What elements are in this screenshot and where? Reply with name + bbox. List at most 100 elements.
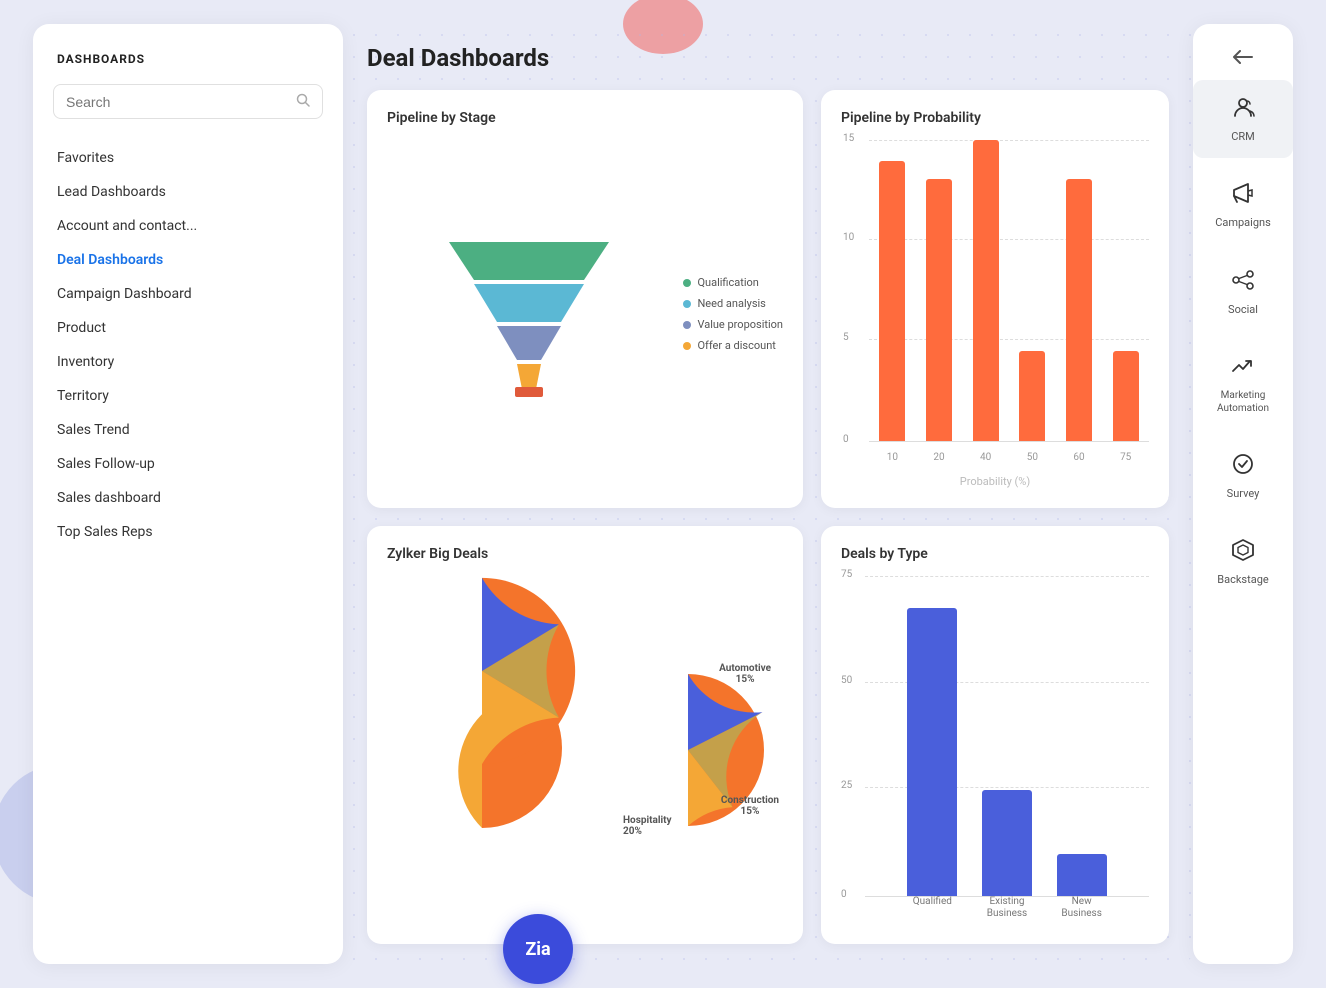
y-label-15: 15 (843, 133, 854, 144)
sidebar-item-survey[interactable]: Survey (1193, 437, 1293, 515)
page-title: Deal Dashboards (367, 44, 1169, 72)
x-label-qualified: Qualified (907, 896, 957, 920)
search-input[interactable] (66, 94, 296, 110)
backstage-icon (1230, 537, 1256, 569)
x-axis-title: Probability (%) (960, 475, 1030, 488)
campaigns-icon (1230, 180, 1256, 212)
deals-by-type-chart: 75 50 25 0 (841, 576, 1149, 924)
legend-label-offer-discount: Offer a discount (697, 339, 775, 352)
x-labels: 10 20 40 50 60 75 (869, 452, 1149, 463)
x-label-40: 40 (966, 452, 1005, 463)
bar-1 (879, 161, 905, 441)
bar-4 (1019, 351, 1045, 441)
survey-icon (1230, 451, 1256, 483)
pipeline-stage-chart: Qualification Need analysis Value propos… (387, 140, 783, 488)
funnel-legend: Qualification Need analysis Value propos… (683, 276, 783, 352)
search-icon (296, 92, 310, 111)
sidebar-item-account-contact[interactable]: Account and contact... (53, 209, 323, 243)
social-icon (1230, 267, 1256, 299)
sidebar-item-favorites[interactable]: Favorites (53, 141, 323, 175)
legend-dot-offer-discount (683, 342, 691, 350)
legend-label-qualification: Qualification (697, 276, 758, 289)
zylker-big-deals-title: Zylker Big Deals (387, 546, 783, 562)
bar-new (1057, 854, 1107, 896)
pipeline-probability-card: Pipeline by Probability 15 10 5 0 (821, 90, 1169, 508)
bar-existing (982, 790, 1032, 896)
bar-6 (1113, 351, 1139, 441)
deals-by-type-card: Deals by Type 75 50 25 0 (821, 526, 1169, 944)
pipeline-probability-title: Pipeline by Probability (841, 110, 1149, 126)
legend-offer-discount: Offer a discount (683, 339, 783, 352)
y-label-10: 10 (843, 232, 854, 243)
probability-bars (869, 140, 1149, 441)
sidebar-item-inventory[interactable]: Inventory (53, 345, 323, 379)
app-container: DASHBOARDS FavoritesLead DashboardsAccou… (33, 24, 1293, 964)
sidebar-item-product[interactable]: Product (53, 311, 323, 345)
x-label-75: 75 (1106, 452, 1145, 463)
sidebar-item-lead-dashboards[interactable]: Lead Dashboards (53, 175, 323, 209)
deals-bars (865, 576, 1149, 896)
search-box[interactable] (53, 84, 323, 119)
x-label-new: NewBusiness (1057, 896, 1107, 920)
x-label-20: 20 (920, 452, 959, 463)
sidebar-item-campaign-dashboard[interactable]: Campaign Dashboard (53, 277, 323, 311)
legend-qualification: Qualification (683, 276, 783, 289)
bar-5 (1066, 179, 1092, 441)
zylker-big-deals-card: Zylker Big Deals (367, 526, 803, 944)
bar-new-group (1057, 576, 1107, 896)
pie-label-services: Services50% (601, 675, 640, 697)
marketing-label: MarketingAutomation (1217, 389, 1269, 415)
sidebar-item-sales-followup[interactable]: Sales Follow-up (53, 447, 323, 481)
legend-label-value-proposition: Value proposition (697, 318, 783, 331)
pie-chart (387, 653, 577, 847)
y-label-5: 5 (843, 332, 849, 343)
deals-y-label-50: 50 (841, 675, 852, 686)
campaigns-label: Campaigns (1215, 216, 1271, 230)
sidebar-item-backstage[interactable]: Backstage (1193, 523, 1293, 601)
pie-label-automotive: Automotive15% (719, 663, 771, 685)
left-sidebar: DASHBOARDS FavoritesLead DashboardsAccou… (33, 24, 343, 964)
pipeline-stage-title: Pipeline by Stage (387, 110, 783, 126)
legend-label-need-analysis: Need analysis (697, 297, 765, 310)
bar-3 (973, 140, 999, 441)
x-label-existing: ExistingBusiness (982, 896, 1032, 920)
zia-bot[interactable]: Zia (503, 914, 573, 984)
deals-by-type-title: Deals by Type (841, 546, 1149, 562)
sidebar-item-crm[interactable]: CRM (1193, 80, 1293, 158)
deals-y-label-0: 0 (841, 889, 847, 900)
main-content: Deal Dashboards Pipeline by Stage (343, 24, 1193, 964)
pie-label-hospitality: Hospitality20% (623, 815, 672, 837)
sidebar-item-sales-dashboard[interactable]: Sales dashboard (53, 481, 323, 515)
deals-y-label-25: 25 (841, 780, 852, 791)
crm-label: CRM (1231, 130, 1255, 144)
zylker-big-deals-chart: Services50% Automotive15% Construction15… (387, 576, 783, 924)
bar-group-3 (966, 140, 1005, 441)
survey-label: Survey (1227, 487, 1260, 501)
crm-icon (1230, 94, 1256, 126)
sidebar-item-territory[interactable]: Territory (53, 379, 323, 413)
deals-x-labels: Qualified ExistingBusiness NewBusiness (865, 896, 1149, 920)
bar-group-4 (1013, 140, 1052, 441)
sidebar-nav: FavoritesLead DashboardsAccount and cont… (53, 141, 323, 549)
bar-existing-group (982, 576, 1032, 896)
bar-group-2 (920, 140, 959, 441)
bar-group-6 (1106, 140, 1145, 441)
sidebar-item-deal-dashboards[interactable]: Deal Dashboards (53, 243, 323, 277)
right-sidebar: CRM Campaigns (1193, 24, 1293, 964)
funnel-svg (387, 232, 671, 397)
x-label-60: 60 (1060, 452, 1099, 463)
sidebar-item-sales-trend[interactable]: Sales Trend (53, 413, 323, 447)
back-button[interactable] (1193, 40, 1293, 74)
x-label-50: 50 (1013, 452, 1052, 463)
x-label-10: 10 (873, 452, 912, 463)
zia-label: Zia (525, 939, 550, 960)
legend-value-proposition: Value proposition (683, 318, 783, 331)
sidebar-item-marketing[interactable]: MarketingAutomation (1193, 339, 1293, 429)
sidebar-item-top-sales-reps[interactable]: Top Sales Reps (53, 515, 323, 549)
bar-qualified (907, 608, 957, 896)
sidebar-item-campaigns[interactable]: Campaigns (1193, 166, 1293, 244)
sidebar-item-social[interactable]: Social (1193, 253, 1293, 331)
sidebar-title: DASHBOARDS (53, 52, 323, 66)
marketing-icon (1230, 353, 1256, 385)
pipeline-probability-chart: 15 10 5 0 (841, 140, 1149, 488)
